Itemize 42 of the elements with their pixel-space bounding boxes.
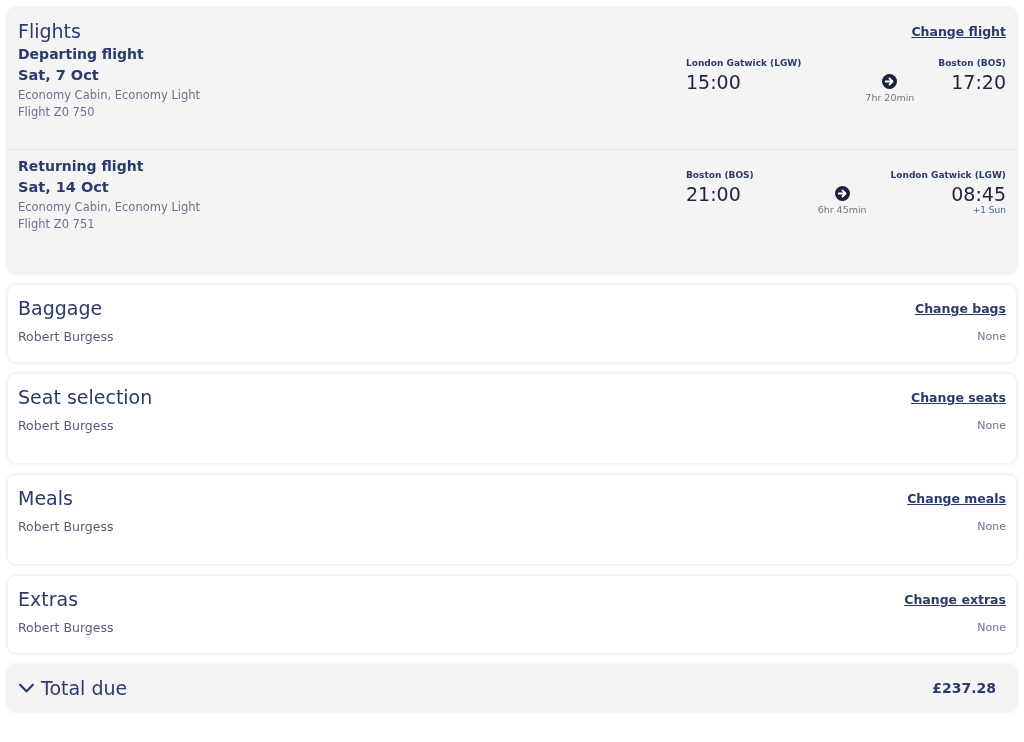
- total-amount: £237.28: [932, 680, 996, 696]
- flight-date: Sat, 7 Oct: [18, 67, 100, 83]
- flight-label: Returning flight: [18, 158, 145, 174]
- arrow-right-icon: [882, 74, 898, 89]
- change-link[interactable]: Change meals: [907, 490, 1006, 506]
- arrival-time: 17:20: [951, 71, 1006, 93]
- selection-value: None: [977, 330, 1006, 343]
- flight-number: Flight Z0 751: [18, 216, 96, 233]
- departure-time: 21:00: [686, 183, 742, 205]
- flight-duration: 6hr 45min: [817, 204, 867, 215]
- section-title: Extras: [18, 588, 79, 610]
- section-title: Baggage: [18, 297, 103, 319]
- section-title: Meals: [18, 487, 73, 509]
- airport-name: London Gatwick (LGW): [686, 58, 802, 68]
- airport-name: Boston (BOS): [938, 58, 1006, 68]
- flight-label: Departing flight: [18, 46, 145, 62]
- change-link[interactable]: Change extras: [904, 591, 1006, 607]
- flight-duration: 7hr 20min: [865, 92, 915, 103]
- section-title: Flights: [18, 20, 81, 42]
- total-label: Total due: [41, 677, 128, 699]
- change-link[interactable]: Change bags: [915, 300, 1006, 316]
- chevron-icon[interactable]: [18, 682, 35, 694]
- selection-value: None: [977, 621, 1006, 634]
- airport-name: Boston (BOS): [686, 170, 754, 180]
- cabin-text: Economy Cabin, Economy Light: [18, 199, 201, 216]
- flight-number: Flight Z0 750: [18, 104, 96, 121]
- passenger-name: Robert Burgess: [18, 329, 114, 344]
- arrow-right-icon: [834, 186, 850, 201]
- passenger-name: Robert Burgess: [18, 519, 114, 534]
- selection-value: None: [977, 520, 1006, 533]
- departure-time: 15:00: [686, 71, 742, 93]
- cabin-text: Economy Cabin, Economy Light: [18, 87, 201, 104]
- selection-value: None: [977, 419, 1006, 432]
- change-link[interactable]: Change seats: [911, 389, 1006, 405]
- arrival-time: 08:45: [951, 183, 1006, 205]
- day-offset: +1 Sun: [972, 205, 1006, 215]
- passenger-name: Robert Burgess: [18, 620, 114, 635]
- section-title: Seat selection: [18, 386, 153, 408]
- airport-name: London Gatwick (LGW): [890, 170, 1006, 180]
- flight-date: Sat, 14 Oct: [18, 179, 110, 195]
- change-flight-link[interactable]: Change flight: [911, 23, 1006, 39]
- passenger-name: Robert Burgess: [18, 418, 114, 433]
